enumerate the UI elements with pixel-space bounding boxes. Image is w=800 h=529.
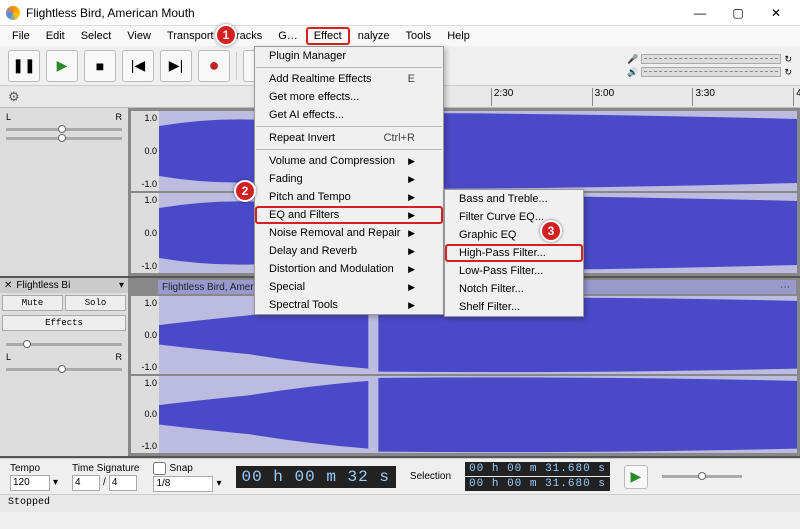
snap-select[interactable]: 1/8: [153, 476, 213, 492]
timesig-den-input[interactable]: 4: [109, 475, 137, 491]
hint-badge-3: 3: [540, 220, 562, 242]
menu-view[interactable]: View: [119, 28, 159, 44]
bottom-toolbar: Tempo 120▾ Time Signature 4/4 Snap 1/8▾ …: [0, 458, 800, 494]
submenu-bass[interactable]: Bass and Treble...: [445, 190, 583, 208]
maximize-button[interactable]: ▢: [720, 2, 756, 24]
menu-tools[interactable]: Tools: [398, 28, 440, 44]
menu-add-realtime[interactable]: Add Realtime EffectsE: [255, 70, 443, 88]
eq-submenu: Bass and Treble... Filter Curve EQ... Gr…: [444, 189, 584, 317]
menu-get-ai[interactable]: Get AI effects...: [255, 106, 443, 124]
waveform-channel[interactable]: 1.00.0-1.0: [131, 376, 797, 454]
skip-start-button[interactable]: |◀: [122, 50, 154, 82]
selection-start[interactable]: 00 h 00 m 31.680 s: [465, 462, 610, 476]
pan-slider[interactable]: [6, 368, 122, 371]
refresh-icon[interactable]: ↻: [784, 67, 792, 78]
track-panel: ✕Flightless Bi▾ MuteSolo Effects LR: [0, 278, 128, 456]
menu-fading[interactable]: Fading▶: [255, 170, 443, 188]
record-meter[interactable]: [641, 54, 781, 64]
gear-icon[interactable]: ⚙: [8, 89, 20, 105]
submenu-notch[interactable]: Notch Filter...: [445, 280, 583, 298]
mute-button[interactable]: Mute: [2, 295, 63, 311]
play-at-speed-button[interactable]: ▶: [624, 465, 648, 489]
timeline-ruler[interactable]: 30 2:00 2:30 3:00 3:30 4:00: [128, 86, 800, 107]
menu-edit[interactable]: Edit: [38, 28, 73, 44]
mic-icon: 🎤: [627, 54, 638, 65]
skip-end-button[interactable]: ▶|: [160, 50, 192, 82]
menu-analyze[interactable]: nalyze: [350, 28, 398, 44]
menu-effect[interactable]: Effect: [306, 27, 350, 45]
effect-menu: Plugin Manager Add Realtime EffectsE Get…: [254, 46, 444, 315]
submenu-shelf[interactable]: Shelf Filter...: [445, 298, 583, 316]
menu-file[interactable]: File: [4, 28, 38, 44]
speaker-icon: 🔊: [627, 67, 638, 78]
main-timecode[interactable]: 00 h 00 m 32 s: [236, 466, 396, 488]
gain-slider[interactable]: [6, 137, 122, 140]
clip-menu-icon[interactable]: ⋯: [780, 282, 792, 293]
menu-distortion[interactable]: Distortion and Modulation▶: [255, 260, 443, 278]
menu-plugin-manager[interactable]: Plugin Manager: [255, 47, 443, 65]
submenu-graphic[interactable]: Graphic EQ: [445, 226, 583, 244]
menu-spectral[interactable]: Spectral Tools▶: [255, 296, 443, 314]
speed-slider[interactable]: [662, 475, 742, 478]
submenu-lowpass[interactable]: Low-Pass Filter...: [445, 262, 583, 280]
close-track-icon[interactable]: ✕: [4, 280, 12, 291]
tempo-label: Tempo: [10, 463, 58, 474]
menu-help[interactable]: Help: [439, 28, 478, 44]
menu-select[interactable]: Select: [73, 28, 120, 44]
selection-label: Selection: [410, 471, 451, 482]
pause-button[interactable]: ❚❚: [8, 50, 40, 82]
menu-eq-filters[interactable]: EQ and Filters▶: [255, 206, 443, 224]
window-title: Flightless Bird, American Mouth: [26, 6, 682, 20]
menu-generate[interactable]: G…: [270, 28, 306, 44]
status-bar: Stopped: [0, 494, 800, 512]
meters: 🎤 ↻ 🔊 ↻: [627, 54, 792, 78]
submenu-highpass[interactable]: High-Pass Filter...: [445, 244, 583, 262]
title-bar: Flightless Bird, American Mouth — ▢ ✕: [0, 0, 800, 26]
solo-button[interactable]: Solo: [65, 295, 126, 311]
menu-bar: File Edit Select View Transport Tracks G…: [0, 26, 800, 46]
menu-transport[interactable]: Transport: [159, 28, 222, 44]
menu-noise[interactable]: Noise Removal and Repair▶: [255, 224, 443, 242]
hint-badge-2: 2: [234, 180, 256, 202]
menu-pitch[interactable]: Pitch and Tempo▶: [255, 188, 443, 206]
stop-button[interactable]: ■: [84, 50, 116, 82]
gain-slider[interactable]: [6, 343, 122, 346]
snap-checkbox[interactable]: [153, 462, 166, 475]
hint-badge-1: 1: [215, 24, 237, 46]
tempo-input[interactable]: 120: [10, 475, 50, 491]
menu-special[interactable]: Special▶: [255, 278, 443, 296]
selection-end[interactable]: 00 h 00 m 31.680 s: [465, 477, 610, 491]
pan-slider[interactable]: [6, 128, 122, 131]
timesig-label: Time Signature: [72, 463, 139, 474]
chevron-down-icon[interactable]: ▾: [119, 280, 124, 291]
menu-repeat[interactable]: Repeat InvertCtrl+R: [255, 129, 443, 147]
menu-delay[interactable]: Delay and Reverb▶: [255, 242, 443, 260]
waveform-channel[interactable]: 1.00.0-1.0: [131, 111, 797, 191]
app-logo-icon: [6, 6, 20, 20]
play-button[interactable]: ▶: [46, 50, 78, 82]
minimize-button[interactable]: —: [682, 2, 718, 24]
submenu-curve[interactable]: Filter Curve EQ...: [445, 208, 583, 226]
menu-volume[interactable]: Volume and Compression▶: [255, 152, 443, 170]
timesig-num-input[interactable]: 4: [72, 475, 100, 491]
menu-get-more[interactable]: Get more effects...: [255, 88, 443, 106]
playback-meter[interactable]: [641, 67, 781, 77]
track-name[interactable]: Flightless Bi: [16, 280, 70, 291]
close-button[interactable]: ✕: [758, 2, 794, 24]
record-button[interactable]: ●: [198, 50, 230, 82]
effects-button[interactable]: Effects: [2, 315, 126, 331]
track-panel: LR: [0, 108, 128, 276]
refresh-icon[interactable]: ↻: [784, 54, 792, 65]
